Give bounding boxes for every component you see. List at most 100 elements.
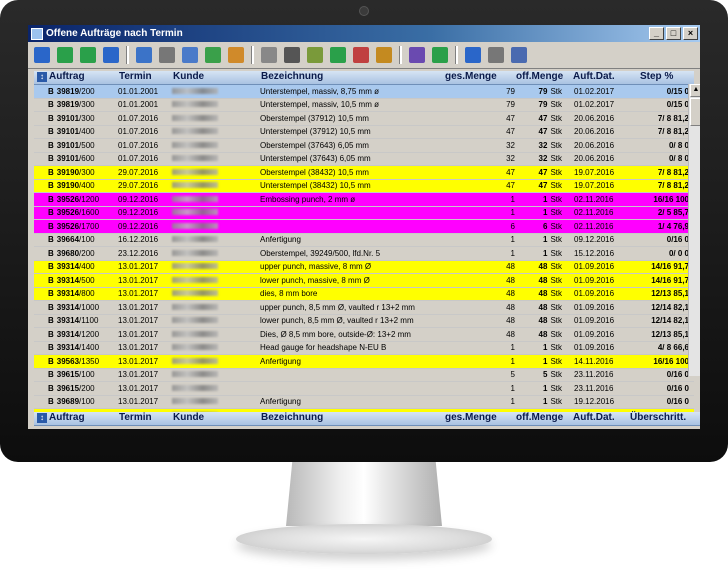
cell-auftrag: B 39664/100	[48, 235, 118, 244]
cell-termin: 13.01.2017	[118, 289, 159, 299]
order-position: /1200	[79, 194, 100, 204]
table-row[interactable]: B 39190/300 29.07.2016 Oberstempel (38432) …	[34, 166, 694, 180]
table-row[interactable]: B 39526/1600 09.12.2016 1 1 Stk 02.11.2016 2/ 5…	[34, 206, 694, 220]
unit-label: Stk	[550, 316, 562, 326]
clock-icon[interactable]	[465, 47, 481, 63]
window-title: Offene Aufträge nach Termin	[46, 28, 183, 39]
table-row[interactable]: B 39615/100 13.01.2017 5 5 Stk 23.11.2016 0/16 …	[34, 368, 694, 382]
tools-icon[interactable]	[159, 47, 175, 63]
col-kunde[interactable]: Kunde	[173, 71, 261, 84]
table-row[interactable]: B 39314/1100 13.01.2017 lower punch, 8,5 mm…	[34, 314, 694, 328]
cell-bezeichnung: Head gauge for headshape N-EU B	[260, 343, 387, 353]
chart-icon[interactable]	[182, 47, 198, 63]
scroll-thumb[interactable]	[690, 98, 700, 126]
first-icon[interactable]	[34, 47, 50, 63]
check-icon[interactable]	[330, 47, 346, 63]
order-prefix: B	[48, 167, 54, 177]
pdf-icon[interactable]	[284, 47, 300, 63]
cell-step: 1/ 4 76,9	[657, 221, 689, 231]
order-position: /500	[79, 140, 95, 150]
users-icon[interactable]	[228, 47, 244, 63]
maximize-button[interactable]: □	[666, 27, 681, 40]
order-number: 39526	[56, 208, 80, 218]
sync-icon[interactable]	[432, 47, 448, 63]
col-termin[interactable]: Termin	[119, 71, 173, 84]
export-icon[interactable]	[307, 47, 323, 63]
order-number: 39101	[56, 127, 80, 137]
cell-ges-menge: 1	[510, 383, 515, 393]
note-icon[interactable]	[409, 47, 425, 63]
cell-off-menge: 6 Stk	[515, 222, 562, 231]
cell-auft-dat: 14.11.2016	[574, 356, 614, 366]
minimize-button[interactable]: _	[649, 27, 664, 40]
cell-termin: 23.12.2016	[118, 248, 159, 258]
table-row[interactable]: B 39526/1200 09.12.2016 Embossing punch, 2 …	[34, 193, 694, 207]
col-auftrag[interactable]: Auftrag	[49, 71, 119, 84]
vertical-scrollbar[interactable]: ▲	[688, 84, 700, 376]
print-icon[interactable]	[488, 47, 504, 63]
refresh-icon[interactable]	[205, 47, 221, 63]
calendar-icon[interactable]	[353, 47, 369, 63]
col2-termin[interactable]: Termin	[119, 412, 173, 425]
off-quantity: 6	[542, 221, 548, 231]
col-off-menge[interactable]: off.Menge	[516, 71, 563, 84]
table-row[interactable]: B 39819/200 01.01.2001 Unterstempel, massiv…	[34, 85, 694, 99]
table-row[interactable]: B 39526/1700 09.12.2016 6 6 Stk 02.11.2016 1/ 4…	[34, 220, 694, 234]
table-row[interactable]: B 39314/400 13.01.2017 upper punch, massive…	[34, 260, 694, 274]
second-grid: ↕ Auftrag Termin Kunde Bezeichnung ges.M…	[34, 412, 700, 426]
table-row[interactable]: B 39101/300 01.07.2016 Oberstempel (37912) …	[34, 112, 694, 126]
order-position: /400	[79, 262, 95, 272]
table-row[interactable]: B 39101/400 01.07.2016 Unterstempel (37912)…	[34, 125, 694, 139]
cell-step: 0/ 8 0	[668, 154, 689, 164]
next-icon[interactable]	[80, 47, 96, 63]
table-row[interactable]: B 39314/1000 13.01.2017 upper punch, 8,5 mm…	[34, 301, 694, 315]
table-row[interactable]: B 39680/200 23.12.2016 Oberstempel, 39249/5…	[34, 247, 694, 261]
col-step[interactable]: Step %	[640, 71, 688, 84]
cell-bezeichnung: Unterstempel (37912) 10,5 mm	[260, 127, 371, 137]
window-icon[interactable]	[261, 47, 277, 63]
col2-step[interactable]: Überschritt.	[630, 412, 688, 425]
task-icon[interactable]	[376, 47, 392, 63]
monitor-bezel: Offene Aufträge nach Termin _ □ × ↕ Auft…	[0, 0, 728, 462]
table-row[interactable]: B 39190/400 29.07.2016 Unterstempel (38432)…	[34, 179, 694, 193]
prev-icon[interactable]	[57, 47, 73, 63]
col2-auft-dat[interactable]: Auft.Dat.	[563, 412, 630, 425]
unit-label: Stk	[550, 140, 562, 150]
order-prefix: B	[48, 397, 54, 407]
col-bezeichnung[interactable]: Bezeichnung	[261, 71, 431, 84]
order-position: /1600	[79, 208, 100, 218]
table-row[interactable]: B 39664/100 16.12.2016 Anfertigung 1 1 Stk 09.1…	[34, 233, 694, 247]
col-ges-menge[interactable]: ges.Menge	[431, 71, 516, 84]
sort-icon[interactable]: ↕	[37, 72, 47, 82]
col2-ges-menge[interactable]: ges.Menge	[431, 412, 516, 425]
table-row[interactable]: B 39314/1200 13.01.2017 Dies, Ø 8,5 mm bore…	[34, 328, 694, 342]
sort-icon[interactable]: ↕	[37, 413, 47, 423]
col2-bezeichnung[interactable]: Bezeichnung	[261, 412, 431, 425]
table-row[interactable]: B 39314/800 13.01.2017 dies, 8 mm bore 48 48 S…	[34, 287, 694, 301]
table-row[interactable]: B 39563/1350 13.01.2017 Anfertigung 1 1 Stk 14.…	[34, 355, 694, 369]
exit-icon[interactable]	[511, 47, 527, 63]
cell-step: 7/ 8 81,2	[657, 181, 689, 191]
edit-icon[interactable]	[136, 47, 152, 63]
close-button[interactable]: ×	[683, 27, 698, 40]
cell-bezeichnung: upper punch, massive, 8 mm Ø	[260, 262, 372, 272]
scroll-up-icon[interactable]: ▲	[690, 84, 700, 97]
table-row[interactable]: B 39314/1400 13.01.2017 Head gauge for head…	[34, 341, 694, 355]
table-row[interactable]: B 39101/500 01.07.2016 Oberstempel (37643) …	[34, 139, 694, 153]
table-row[interactable]: B 39819/300 01.01.2001 Unterstempel, massiv…	[34, 98, 694, 112]
table-row[interactable]: B 39101/600 01.07.2016 Unterstempel (37643)…	[34, 152, 694, 166]
cell-kunde	[172, 127, 260, 136]
order-number: 39819	[56, 86, 80, 96]
cell-off-menge: 48 Stk	[515, 303, 562, 312]
cell-termin: 13.01.2017	[118, 356, 159, 366]
table-row[interactable]: B 39314/500 13.01.2017 lower punch, massive…	[34, 274, 694, 288]
col2-off-menge[interactable]: off.Menge	[516, 412, 563, 425]
table-row[interactable]: B 39689/100 13.01.2017 Anfertigung 1 1 Stk 19.1…	[34, 395, 694, 409]
col-auft-dat[interactable]: Auft.Dat.	[563, 71, 640, 84]
col2-kunde[interactable]: Kunde	[173, 412, 261, 425]
table-row[interactable]: B 39615/200 13.01.2017 1 1 Stk 23.11.2016 0/16 …	[34, 382, 694, 396]
cell-step: 7/ 8 81,2	[657, 127, 689, 137]
col2-auftrag[interactable]: Auftrag	[49, 412, 119, 425]
last-icon[interactable]	[103, 47, 119, 63]
order-number: 39101	[56, 140, 80, 150]
